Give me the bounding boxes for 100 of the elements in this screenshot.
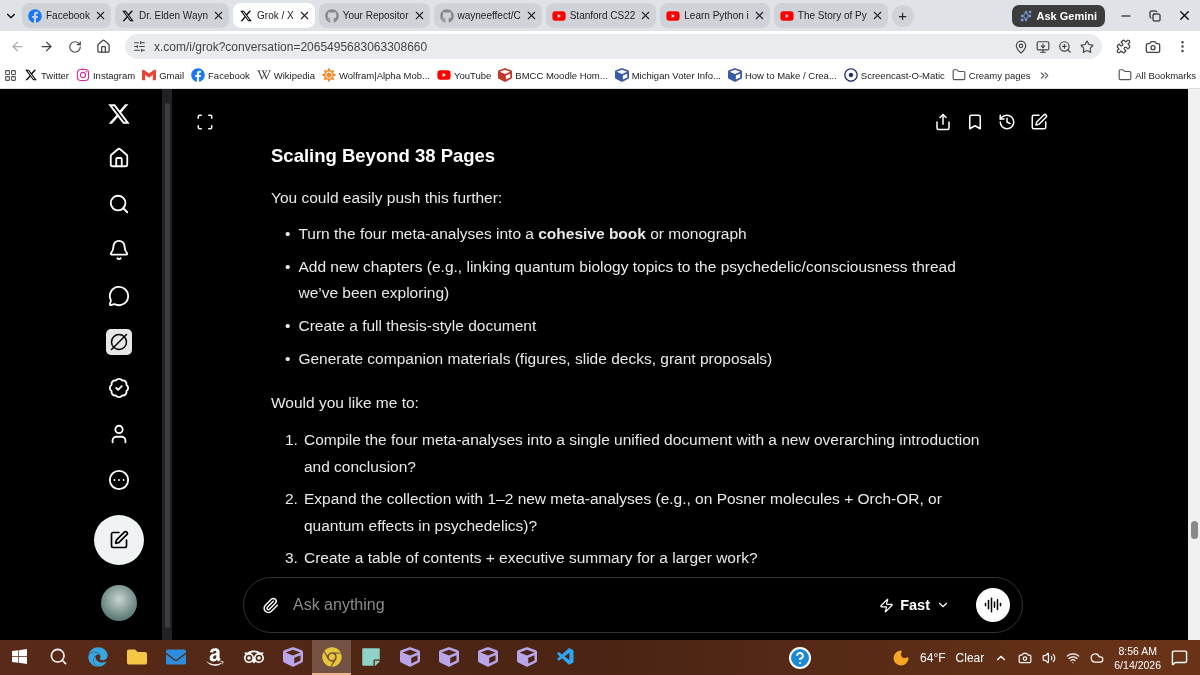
ask-gemini-button[interactable]: Ask Gemini bbox=[1012, 4, 1105, 27]
list-number: 2. bbox=[285, 489, 298, 509]
app-icon bbox=[282, 646, 303, 667]
x-logo-icon[interactable] bbox=[106, 101, 132, 127]
wifi-icon[interactable] bbox=[1066, 650, 1081, 665]
volume-icon[interactable] bbox=[1042, 650, 1057, 665]
home-icon[interactable] bbox=[96, 39, 111, 54]
list-number: 1. bbox=[285, 430, 298, 450]
help-icon[interactable] bbox=[788, 645, 813, 670]
zoom-icon[interactable] bbox=[1058, 39, 1072, 54]
play-logo-icon bbox=[551, 8, 566, 23]
browser-tab[interactable]: Stanford CS22 bbox=[545, 3, 657, 28]
expand-icon[interactable] bbox=[196, 113, 214, 131]
x-logo-icon bbox=[239, 8, 254, 23]
chat-composer[interactable]: Ask anything Fast bbox=[243, 577, 1023, 633]
bullet-marker: • bbox=[285, 316, 291, 336]
app-icon bbox=[516, 646, 537, 667]
list-item-text: Compile the four meta-analyses into a single unified document with a new overarching introduction and conclusion? bbox=[303, 430, 981, 477]
edit-icon[interactable] bbox=[1030, 113, 1048, 131]
browser-tab[interactable]: Facebook bbox=[22, 3, 111, 28]
history-icon[interactable] bbox=[998, 113, 1016, 131]
w-logo-icon bbox=[256, 68, 271, 82]
mode-selector[interactable]: Fast bbox=[873, 596, 956, 614]
star-icon[interactable] bbox=[1080, 39, 1094, 54]
folder-icon bbox=[951, 68, 966, 82]
grok-nav-button[interactable] bbox=[106, 329, 132, 355]
star-logo-icon bbox=[321, 68, 336, 82]
compose-button[interactable] bbox=[94, 515, 144, 565]
more-icon bbox=[108, 469, 130, 491]
chrome-logo-icon bbox=[321, 646, 342, 667]
camera-icon[interactable] bbox=[1018, 650, 1033, 665]
temperature: 64°F bbox=[920, 650, 946, 665]
bookmark-link[interactable]: Screencast-O-Matic bbox=[843, 68, 945, 82]
forward-icon[interactable] bbox=[39, 39, 54, 54]
apps-icon[interactable] bbox=[4, 68, 17, 82]
camera-logo-icon bbox=[76, 68, 90, 82]
site-settings-icon[interactable] bbox=[133, 40, 146, 53]
message-input[interactable]: Ask anything bbox=[291, 595, 862, 615]
reload-icon[interactable] bbox=[68, 39, 82, 54]
note-icon bbox=[360, 646, 381, 667]
play-logo-icon bbox=[666, 8, 681, 23]
cloud-icon[interactable] bbox=[1090, 650, 1105, 665]
close-icon[interactable] bbox=[1177, 8, 1192, 23]
location-pin-icon[interactable] bbox=[1014, 39, 1028, 54]
extensions-icon[interactable] bbox=[1116, 39, 1131, 54]
chat-nav-button[interactable] bbox=[106, 283, 132, 309]
browser-tab[interactable]: Dr. Elden Wayn bbox=[114, 3, 230, 28]
browser-tab[interactable]: Your Repositor bbox=[318, 3, 430, 28]
sparkle-icon bbox=[1020, 9, 1033, 22]
app-icon bbox=[399, 646, 420, 667]
search-icon bbox=[49, 647, 68, 666]
a-logo-icon bbox=[204, 646, 225, 667]
paperclip-icon[interactable] bbox=[262, 596, 279, 614]
bookmark-link[interactable]: Facebook bbox=[191, 68, 250, 82]
windows-logo-icon bbox=[11, 648, 28, 665]
wave-logo-icon bbox=[87, 646, 108, 667]
play-logo-icon bbox=[779, 8, 794, 23]
notifications-icon[interactable] bbox=[1171, 649, 1188, 666]
bookmark-link[interactable]: Gmail bbox=[142, 68, 185, 82]
bookmark-link[interactable]: Twitter bbox=[24, 68, 69, 82]
cube-icon bbox=[727, 68, 742, 82]
bookmark-link[interactable]: Wikipedia bbox=[256, 68, 315, 82]
browser-tab[interactable]: Learn Python i bbox=[660, 3, 770, 28]
slashed-circle-icon bbox=[110, 333, 128, 351]
paragraph: Would you like me to: bbox=[271, 393, 420, 413]
browser-tab[interactable]: wayneeffect/C bbox=[433, 3, 542, 28]
restore-icon[interactable] bbox=[1149, 9, 1161, 22]
list-item-text: Create a table of contents + executive summary for a larger work? bbox=[303, 548, 759, 568]
app-icon bbox=[438, 646, 459, 667]
upload-icon[interactable] bbox=[934, 113, 952, 131]
scrollbar-thumb[interactable] bbox=[164, 103, 170, 628]
verified-nav-button[interactable] bbox=[106, 375, 132, 401]
address-bar[interactable]: x.com/i/grok?conversation=2065495683063308660 bbox=[125, 34, 1102, 59]
bookmark-link[interactable]: Instagram bbox=[76, 68, 136, 82]
cube-icon bbox=[498, 68, 513, 82]
voice-button[interactable] bbox=[976, 588, 1010, 622]
bookmark-link[interactable]: All Bookmarks bbox=[1118, 68, 1196, 82]
install-icon[interactable] bbox=[1036, 39, 1050, 54]
moon-icon bbox=[892, 648, 911, 667]
bookmark-link[interactable]: YouTube bbox=[436, 68, 492, 82]
play-logo-icon bbox=[436, 68, 451, 82]
bookmark-icon[interactable] bbox=[966, 113, 984, 131]
avatar[interactable] bbox=[101, 585, 137, 621]
bookmark-link[interactable]: BMCC Moodle Hom... bbox=[498, 68, 608, 82]
browser-tab[interactable]: Grok / X bbox=[233, 3, 315, 28]
cat-logo-icon bbox=[324, 8, 339, 23]
search-icon bbox=[108, 193, 130, 215]
bookmark-link[interactable]: How to Make / Crea... bbox=[727, 68, 837, 82]
bullet-item: Create a full thesis-style document bbox=[298, 316, 538, 336]
list-item-text: Expand the collection with 1–2 new meta-analyses (e.g., on Posner molecules + Orch-OR, or quantum effects in psychedelics)? bbox=[303, 489, 943, 536]
bookmark-link[interactable]: Michigan Voter Info... bbox=[614, 68, 721, 82]
circle-f-icon bbox=[28, 8, 42, 23]
more-nav-button[interactable] bbox=[106, 467, 132, 493]
ring-logo-icon bbox=[843, 68, 858, 82]
envelope-m-icon bbox=[142, 68, 157, 82]
bookmark-link[interactable]: Creamy pages bbox=[951, 68, 1031, 82]
browser-tab[interactable]: The Story of Py bbox=[773, 3, 888, 28]
bookmark-link[interactable]: Wolfram|Alpha Mob... bbox=[321, 68, 430, 82]
scrollbar-thumb[interactable] bbox=[1190, 520, 1198, 539]
new-tab-button[interactable]: + bbox=[891, 4, 914, 27]
